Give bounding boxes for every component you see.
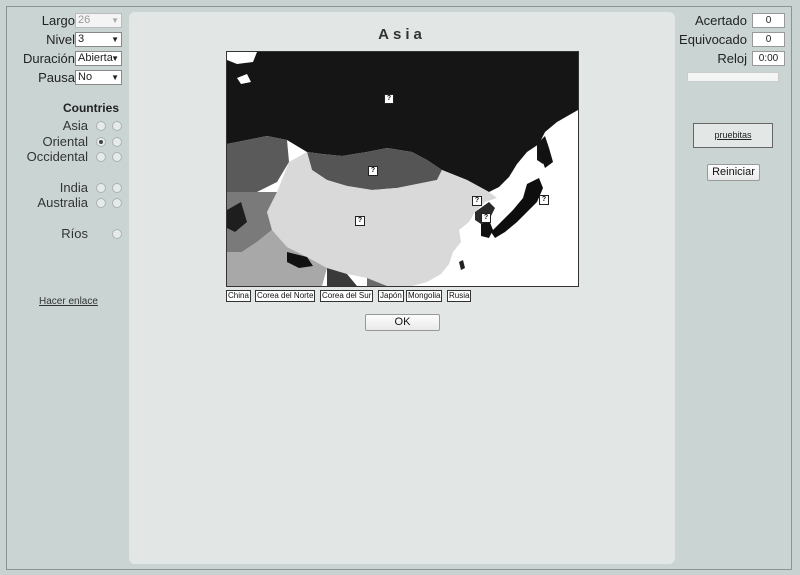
progress-bar [687,72,779,82]
region-row-oriental: Oriental [7,135,127,149]
region-radio-a[interactable] [96,183,106,193]
correct-count: 0 [752,13,785,28]
name-tag-south-korea[interactable]: Corea del Sur [320,290,374,302]
region-label: Australia [37,195,88,210]
pruebitas-link[interactable]: pruebitas [693,123,773,148]
pause-select[interactable]: No ▼ [75,70,122,85]
region-radio-b[interactable] [112,183,122,193]
region-radio-a[interactable] [96,137,106,147]
region-row-occidental: Occidental [7,150,127,164]
duration-control: Duración Abierta ▼ [7,51,127,67]
pause-control: Pausa No ▼ [7,70,127,86]
map-marker-china[interactable]: ? [355,216,365,226]
score-panel: Acertado 0 Equivocado 0 Reloj 0:00 prueb… [677,7,793,569]
region-radio-a[interactable] [96,198,106,208]
page-title: Asia [378,26,426,43]
rivers-radio[interactable] [112,229,122,239]
map-marker-north-korea[interactable]: ? [472,196,482,206]
level-control: Nivel 3 ▼ [7,32,127,48]
region-label: India [59,180,88,195]
pause-value: No [78,71,93,83]
game-frame: Largo 26 ▼ Nivel 3 ▼ Duración Abierta ▼ Pau… [6,6,792,570]
length-value: 26 [78,14,91,26]
region-radio-b[interactable] [112,137,122,147]
correct-label: Acertado [694,13,747,28]
name-tag-japan[interactable]: Japón [378,290,404,302]
length-label: Largo [41,13,75,28]
chevron-down-icon: ▼ [111,54,119,63]
length-select[interactable]: 26 ▼ [75,13,122,28]
region-radio-a[interactable] [96,152,106,162]
clock-value: 0:00 [752,51,785,66]
rivers-row: Ríos [7,227,127,241]
region-radio-a[interactable] [96,121,106,131]
correct-stat: Acertado 0 [677,13,789,29]
wrong-label: Equivocado [679,32,747,47]
region-label: Asia [62,118,88,133]
region-row-australia: Australia [7,196,127,210]
region-label: Oriental [42,134,88,149]
chevron-down-icon: ▼ [111,73,119,82]
pause-label: Pausa [38,70,75,85]
map-marker-japan[interactable]: ? [539,195,549,205]
duration-label: Duración [22,51,75,66]
wrong-count: 0 [752,32,785,47]
length-control: Largo 26 ▼ [7,13,127,29]
settings-panel: Largo 26 ▼ Nivel 3 ▼ Duración Abierta ▼ Pau… [7,7,135,569]
region-label: Occidental [26,149,88,164]
name-tag-north-korea[interactable]: Corea del Norte [255,290,316,302]
level-select[interactable]: 3 ▼ [75,32,122,47]
name-tag-russia[interactable]: Rusia [447,290,472,302]
level-value: 3 [78,33,85,45]
wrong-stat: Equivocado 0 [677,32,789,48]
duration-select[interactable]: Abierta ▼ [75,51,122,66]
map-drawing [227,52,578,286]
reset-button[interactable]: Reiniciar [707,164,760,181]
region-row-asia: Asia [7,119,127,133]
map-marker-mongolia[interactable]: ? [368,166,378,176]
duration-value: Abierta [78,52,113,64]
name-tag-china[interactable]: China [226,290,251,302]
game-area: Asia ? ? ? ? ? ? China Corea del Norte C… [129,12,675,564]
map[interactable]: ? ? ? ? ? ? [226,51,579,287]
map-marker-russia[interactable]: ? [384,94,394,104]
name-tag-mongolia[interactable]: Mongolia [406,290,443,302]
region-row-india: India [7,181,127,195]
map-marker-south-korea[interactable]: ? [481,213,491,223]
region-radio-b[interactable] [112,152,122,162]
ok-button[interactable]: OK [365,314,440,331]
countries-title: Countries [62,101,119,115]
region-radio-b[interactable] [112,198,122,208]
clock-label: Reloj [717,51,747,66]
chevron-down-icon: ▼ [111,16,119,25]
region-radio-b[interactable] [112,121,122,131]
chevron-down-icon: ▼ [111,35,119,44]
clock-stat: Reloj 0:00 [677,51,789,67]
make-link[interactable]: Hacer enlace [39,296,98,307]
level-label: Nivel [46,32,75,47]
rivers-label: Ríos [61,226,88,241]
